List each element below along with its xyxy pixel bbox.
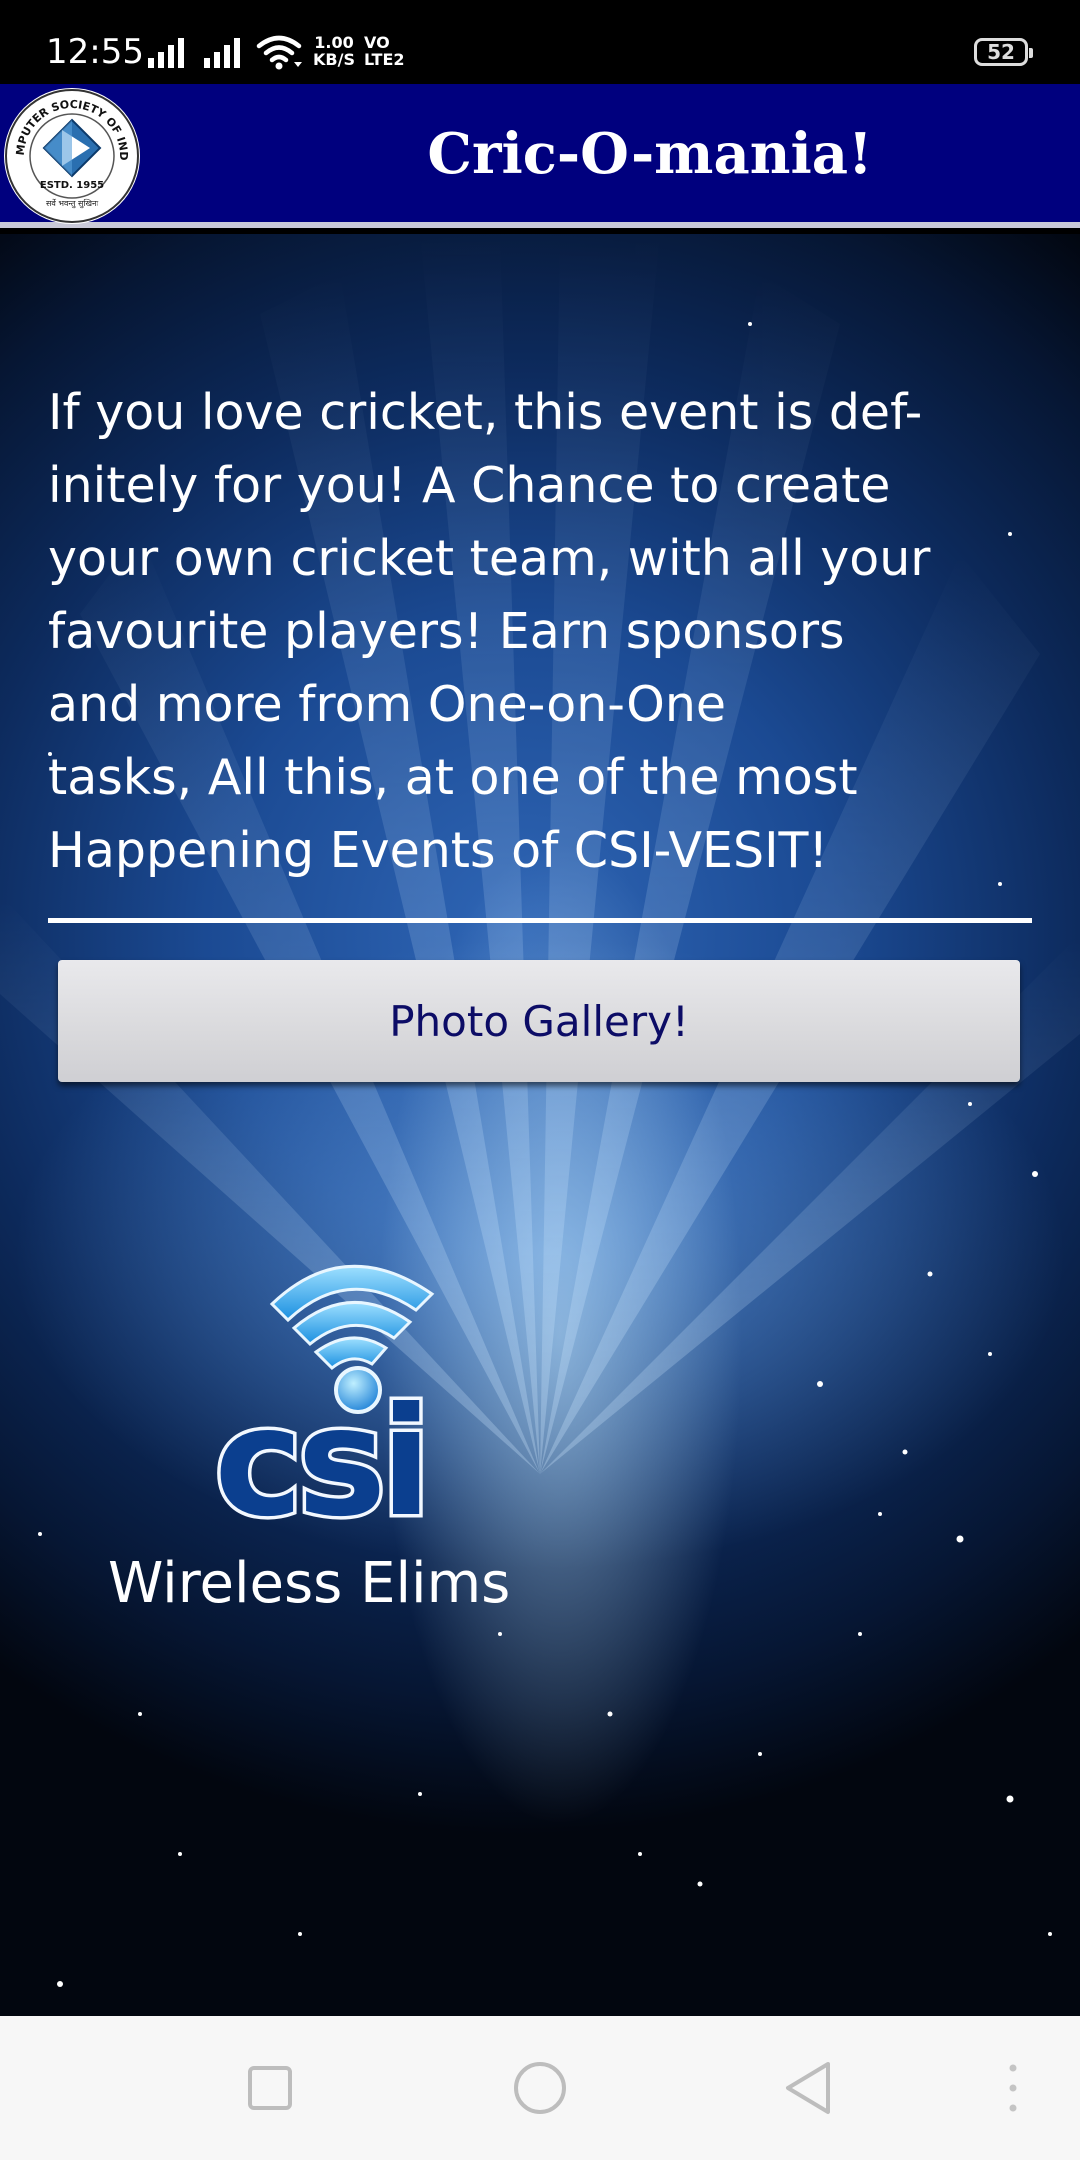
app-bar: COMPUTER SOCIETY OF INDIA ESTD. 1955 सर्… [0,84,1080,228]
signal-icon [148,38,184,68]
volte-line-1: VO [364,33,390,52]
network-speed-value: 1.00 [314,33,354,52]
status-bar: 12:55 1.00 KB/S VO LTE2 52 [0,0,1080,84]
volte-indicator: VO LTE2 [364,34,405,68]
event-description: If you love cricket, this event is def- … [48,384,931,879]
wifi-arcs [269,1264,435,1371]
network-speed: 1.00 KB/S [312,34,356,68]
home-icon[interactable] [508,2056,572,2120]
signal-icon [204,38,240,68]
csi-logo-text: csi [214,1376,426,1524]
csi-emblem-logo: COMPUTER SOCIETY OF INDIA ESTD. 1955 सर्… [2,86,140,224]
more-icon[interactable] [994,2056,1032,2120]
screen: 12:55 1.00 KB/S VO LTE2 52 MPUTER SOCIET… [0,0,1080,2160]
battery-level: 52 [987,40,1015,64]
app-title: Cric-O-mania! [427,121,873,187]
photo-gallery-button[interactable]: Photo Gallery! [58,960,1020,1082]
wifi-icon [256,35,302,70]
status-time: 12:55 [46,32,144,72]
logo-estd-text: ESTD. 1955 [40,180,104,191]
battery-icon: 52 [974,38,1033,66]
volte-line-2: LTE2 [364,50,405,69]
divider [48,918,1032,923]
logo-motto-text: सर्वे भवन्तु सुखिनः [46,198,99,209]
back-icon[interactable] [778,2056,842,2120]
csi-wireless-logo: csi [211,1264,435,1524]
wireless-elims-label: Wireless Elims [108,1551,511,1616]
navigation-bar [0,2016,1080,2160]
main-content: If you love cricket, this event is def- … [0,234,1080,2016]
network-speed-unit: KB/S [313,50,355,69]
recents-icon[interactable] [238,2056,302,2120]
